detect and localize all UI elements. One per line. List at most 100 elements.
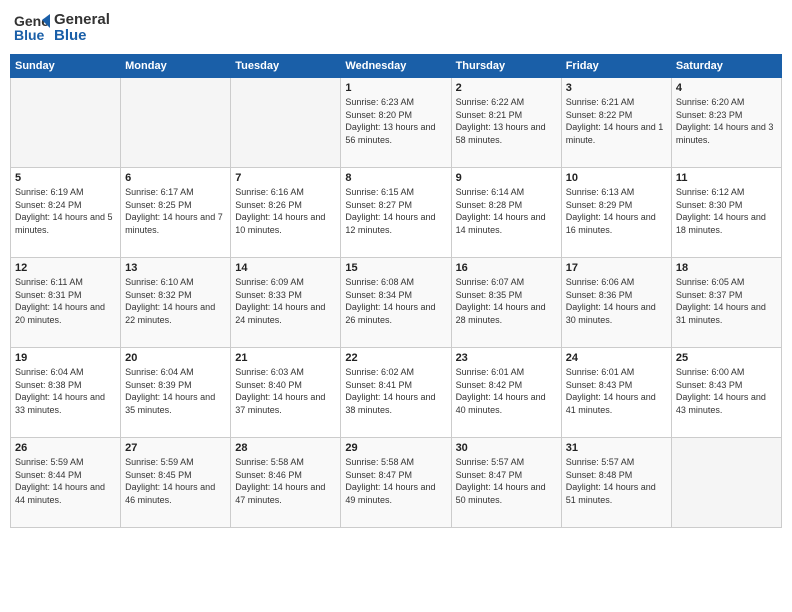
calendar-week-row: 12 Sunrise: 6:11 AM Sunset: 8:31 PM Dayli… — [11, 258, 782, 348]
calendar-cell: 7Sunrise: 6:16 AM Sunset: 8:26 PM Daylig… — [231, 168, 341, 258]
day-number: 27 — [125, 442, 226, 454]
day-number: 12 — [15, 262, 116, 274]
day-number: 4 — [676, 82, 777, 94]
day-info: Sunrise: 6:00 AM Sunset: 8:43 PM Dayligh… — [676, 366, 777, 416]
day-info: Sunrise: 5:59 AM Sunset: 8:44 PM Dayligh… — [15, 456, 116, 506]
calendar-cell: 24 Sunrise: 6:01 AM Sunset: 8:43 PM Dayli… — [561, 348, 671, 438]
day-info: Sunrise: 5:58 AM Sunset: 8:47 PM Dayligh… — [345, 456, 446, 506]
weekday-header-friday: Friday — [561, 55, 671, 78]
day-number: 19 — [15, 352, 116, 364]
day-number: 2 — [456, 82, 557, 94]
calendar-cell: 5Sunrise: 6:19 AM Sunset: 8:24 PM Daylig… — [11, 168, 121, 258]
calendar-cell: 28Sunrise: 5:58 AM Sunset: 8:46 PM Dayli… — [231, 438, 341, 528]
day-info: Sunrise: 6:01 AM Sunset: 8:42 PM Dayligh… — [456, 366, 557, 416]
logo: General Blue General Blue — [14, 10, 110, 46]
calendar-cell — [11, 78, 121, 168]
calendar-cell: 6Sunrise: 6:17 AM Sunset: 8:25 PM Daylig… — [121, 168, 231, 258]
day-info: Sunrise: 6:09 AM Sunset: 8:33 PM Dayligh… — [235, 276, 336, 326]
day-info: Sunrise: 5:59 AM Sunset: 8:45 PM Dayligh… — [125, 456, 226, 506]
weekday-header-row: SundayMondayTuesdayWednesdayThursdayFrid… — [11, 55, 782, 78]
calendar-cell: 19Sunrise: 6:04 AM Sunset: 8:38 PM Dayli… — [11, 348, 121, 438]
day-number: 24 — [566, 352, 667, 364]
page-header: General Blue General Blue — [10, 10, 782, 46]
weekday-header-sunday: Sunday — [11, 55, 121, 78]
svg-text:Blue: Blue — [14, 27, 45, 43]
calendar-table: SundayMondayTuesdayWednesdayThursdayFrid… — [10, 54, 782, 528]
day-info: Sunrise: 6:11 AM Sunset: 8:31 PM Dayligh… — [15, 276, 116, 326]
calendar-cell — [121, 78, 231, 168]
calendar-week-row: 19Sunrise: 6:04 AM Sunset: 8:38 PM Dayli… — [11, 348, 782, 438]
calendar-cell: 22 Sunrise: 6:02 AM Sunset: 8:41 PM Dayli… — [341, 348, 451, 438]
calendar-cell: 17Sunrise: 6:06 AM Sunset: 8:36 PM Dayli… — [561, 258, 671, 348]
day-number: 5 — [15, 172, 116, 184]
day-number: 9 — [456, 172, 557, 184]
calendar-cell: 15Sunrise: 6:08 AM Sunset: 8:34 PM Dayli… — [341, 258, 451, 348]
day-number: 28 — [235, 442, 336, 454]
day-info: Sunrise: 6:23 AM Sunset: 8:20 PM Dayligh… — [345, 96, 446, 146]
calendar-cell: 8 Sunrise: 6:15 AM Sunset: 8:27 PM Daylig… — [341, 168, 451, 258]
day-number: 22 — [345, 352, 446, 364]
day-info: Sunrise: 6:07 AM Sunset: 8:35 PM Dayligh… — [456, 276, 557, 326]
day-number: 26 — [15, 442, 116, 454]
calendar-cell: 4 Sunrise: 6:20 AM Sunset: 8:23 PM Daylig… — [671, 78, 781, 168]
calendar-cell: 25 Sunrise: 6:00 AM Sunset: 8:43 PM Dayli… — [671, 348, 781, 438]
day-info: Sunrise: 6:17 AM Sunset: 8:25 PM Dayligh… — [125, 186, 226, 236]
calendar-week-row: 26 Sunrise: 5:59 AM Sunset: 8:44 PM Dayli… — [11, 438, 782, 528]
calendar-cell: 14 Sunrise: 6:09 AM Sunset: 8:33 PM Dayli… — [231, 258, 341, 348]
logo-icon: General Blue — [14, 10, 50, 46]
day-number: 25 — [676, 352, 777, 364]
logo-text-blue: Blue — [54, 28, 110, 45]
day-info: Sunrise: 6:13 AM Sunset: 8:29 PM Dayligh… — [566, 186, 667, 236]
day-info: Sunrise: 5:57 AM Sunset: 8:47 PM Dayligh… — [456, 456, 557, 506]
day-number: 21 — [235, 352, 336, 364]
calendar-cell: 18Sunrise: 6:05 AM Sunset: 8:37 PM Dayli… — [671, 258, 781, 348]
day-info: Sunrise: 6:03 AM Sunset: 8:40 PM Dayligh… — [235, 366, 336, 416]
calendar-cell: 10Sunrise: 6:13 AM Sunset: 8:29 PM Dayli… — [561, 168, 671, 258]
calendar-cell: 16 Sunrise: 6:07 AM Sunset: 8:35 PM Dayli… — [451, 258, 561, 348]
day-info: Sunrise: 6:22 AM Sunset: 8:21 PM Dayligh… — [456, 96, 557, 146]
day-number: 20 — [125, 352, 226, 364]
day-number: 11 — [676, 172, 777, 184]
calendar-cell: 23 Sunrise: 6:01 AM Sunset: 8:42 PM Dayli… — [451, 348, 561, 438]
day-info: Sunrise: 6:02 AM Sunset: 8:41 PM Dayligh… — [345, 366, 446, 416]
day-number: 8 — [345, 172, 446, 184]
day-number: 31 — [566, 442, 667, 454]
calendar-cell: 11Sunrise: 6:12 AM Sunset: 8:30 PM Dayli… — [671, 168, 781, 258]
weekday-header-wednesday: Wednesday — [341, 55, 451, 78]
day-info: Sunrise: 6:04 AM Sunset: 8:39 PM Dayligh… — [125, 366, 226, 416]
weekday-header-tuesday: Tuesday — [231, 55, 341, 78]
day-info: Sunrise: 6:15 AM Sunset: 8:27 PM Dayligh… — [345, 186, 446, 236]
day-number: 30 — [456, 442, 557, 454]
day-number: 14 — [235, 262, 336, 274]
weekday-header-saturday: Saturday — [671, 55, 781, 78]
calendar-cell — [671, 438, 781, 528]
day-number: 29 — [345, 442, 446, 454]
day-number: 13 — [125, 262, 226, 274]
day-info: Sunrise: 6:21 AM Sunset: 8:22 PM Dayligh… — [566, 96, 667, 146]
calendar-cell: 13 Sunrise: 6:10 AM Sunset: 8:32 PM Dayli… — [121, 258, 231, 348]
day-info: Sunrise: 6:14 AM Sunset: 8:28 PM Dayligh… — [456, 186, 557, 236]
calendar-week-row: 5Sunrise: 6:19 AM Sunset: 8:24 PM Daylig… — [11, 168, 782, 258]
calendar-cell: 20 Sunrise: 6:04 AM Sunset: 8:39 PM Dayli… — [121, 348, 231, 438]
day-info: Sunrise: 6:01 AM Sunset: 8:43 PM Dayligh… — [566, 366, 667, 416]
day-number: 15 — [345, 262, 446, 274]
day-number: 23 — [456, 352, 557, 364]
day-number: 16 — [456, 262, 557, 274]
calendar-cell: 31Sunrise: 5:57 AM Sunset: 8:48 PM Dayli… — [561, 438, 671, 528]
day-info: Sunrise: 6:10 AM Sunset: 8:32 PM Dayligh… — [125, 276, 226, 326]
day-info: Sunrise: 6:05 AM Sunset: 8:37 PM Dayligh… — [676, 276, 777, 326]
calendar-week-row: 1Sunrise: 6:23 AM Sunset: 8:20 PM Daylig… — [11, 78, 782, 168]
calendar-cell: 2 Sunrise: 6:22 AM Sunset: 8:21 PM Daylig… — [451, 78, 561, 168]
day-number: 3 — [566, 82, 667, 94]
calendar-cell: 26 Sunrise: 5:59 AM Sunset: 8:44 PM Dayli… — [11, 438, 121, 528]
day-number: 17 — [566, 262, 667, 274]
day-info: Sunrise: 6:16 AM Sunset: 8:26 PM Dayligh… — [235, 186, 336, 236]
calendar-cell: 1Sunrise: 6:23 AM Sunset: 8:20 PM Daylig… — [341, 78, 451, 168]
calendar-cell: 30 Sunrise: 5:57 AM Sunset: 8:47 PM Dayli… — [451, 438, 561, 528]
day-info: Sunrise: 6:20 AM Sunset: 8:23 PM Dayligh… — [676, 96, 777, 146]
weekday-header-monday: Monday — [121, 55, 231, 78]
calendar-cell: 27 Sunrise: 5:59 AM Sunset: 8:45 PM Dayli… — [121, 438, 231, 528]
calendar-cell: 21 Sunrise: 6:03 AM Sunset: 8:40 PM Dayli… — [231, 348, 341, 438]
logo-text-general: General — [54, 12, 110, 29]
calendar-cell: 12 Sunrise: 6:11 AM Sunset: 8:31 PM Dayli… — [11, 258, 121, 348]
